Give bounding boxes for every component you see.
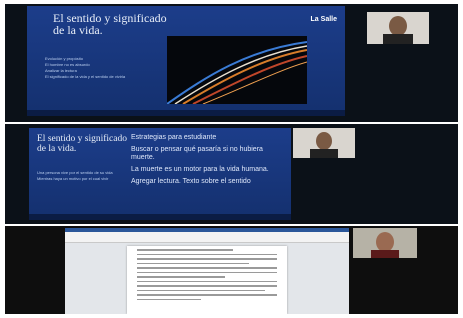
light-trails-graphic — [167, 36, 307, 104]
main-point: Agregar lectura. Texto sobre el sentido — [131, 178, 251, 185]
webcam-feed-icon — [293, 128, 355, 158]
word-title-bar — [65, 228, 349, 232]
screen-capture-1: El sentido y significado de la vida. La … — [5, 4, 458, 122]
slide-footer-band — [29, 214, 291, 220]
word-document-window — [65, 228, 349, 314]
document-page[interactable] — [127, 246, 287, 314]
light-trails-image — [167, 36, 307, 104]
webcam-feed-icon — [367, 12, 429, 44]
main-point: La muerte es un motor para la vida human… — [131, 166, 269, 173]
main-point: Estrategias para estudiante — [131, 134, 217, 141]
slide-bullets: Una persona vive por el sentido de su vi… — [37, 170, 117, 182]
slide-bullets: Evolución y propósito El hombre no es ab… — [45, 56, 155, 80]
slide-title: El sentido y significado de la vida. — [53, 11, 167, 37]
slide-1: El sentido y significado de la vida. La … — [27, 6, 345, 116]
screen-capture-2: El sentido y significado de la vida. Una… — [5, 124, 458, 224]
word-ribbon[interactable] — [65, 228, 349, 243]
screen-capture-3 — [5, 226, 458, 314]
bullet-item: El significado de la vida y el sentido d… — [45, 74, 126, 79]
main-point: Buscar o pensar qué pasaría si no hubier… — [131, 146, 263, 161]
slide-main-points: Estrategias para estudiante Buscar o pen… — [131, 134, 281, 190]
la-salle-logo: La Salle — [310, 16, 337, 23]
slide-title: El sentido y significado de la vida. — [37, 134, 127, 154]
bullet-item: Mientras haya un motivo por el cual vivi… — [37, 176, 109, 181]
slide-2: El sentido y significado de la vida. Una… — [29, 128, 291, 220]
slide-footer-band — [27, 110, 345, 116]
webcam-feed-icon — [353, 228, 417, 258]
